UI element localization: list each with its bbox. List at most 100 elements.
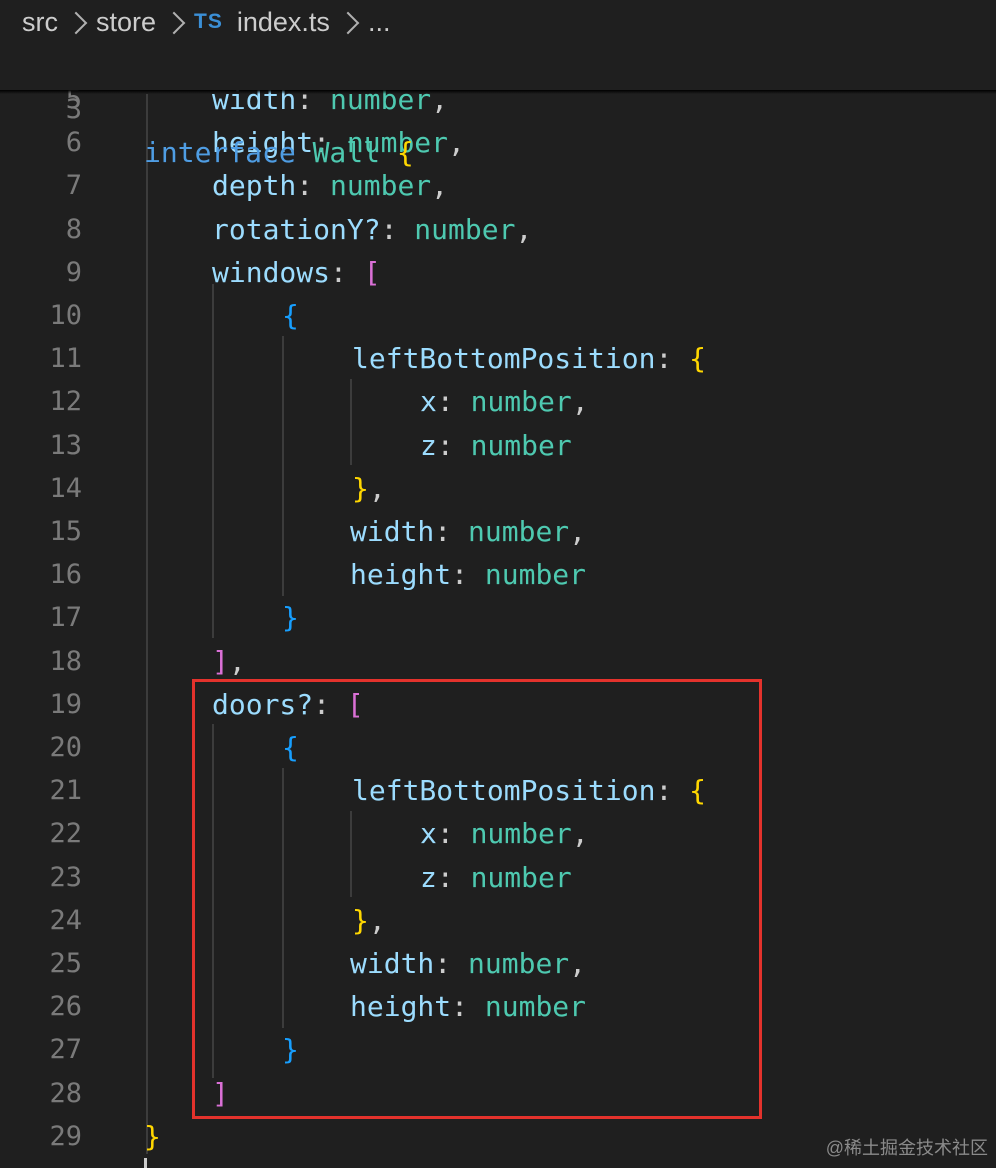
code-token: , xyxy=(431,169,449,203)
code-line[interactable]: 18], xyxy=(0,640,996,683)
code-text: x: number, xyxy=(420,380,589,423)
line-number: 14 xyxy=(49,472,82,504)
line-number: 20 xyxy=(49,732,82,763)
line-number: 19 xyxy=(49,688,82,720)
code-token: , xyxy=(569,515,587,548)
line-number: 26 xyxy=(49,991,82,1023)
code-token: height xyxy=(350,558,452,592)
breadcrumb-item-store[interactable]: store xyxy=(96,7,156,38)
code-token: { xyxy=(282,299,299,332)
line-number: 10 xyxy=(49,300,82,331)
code-text: z: number xyxy=(420,424,572,467)
code-token: , xyxy=(515,212,533,246)
sticky-scroll-header[interactable]: 3 interface Wall { xyxy=(0,44,996,169)
typescript-file-icon: TS xyxy=(194,10,223,33)
code-token: { xyxy=(689,342,707,376)
code-token: [ xyxy=(363,255,381,289)
keyword-interface: interface xyxy=(144,136,296,169)
sticky-line[interactable]: 3 interface Wall { xyxy=(0,45,996,169)
code-line[interactable]: 15 width: number, xyxy=(0,510,996,553)
code-line[interactable]: 12 x: number, xyxy=(0,380,996,423)
line-number: 23 xyxy=(49,861,82,893)
code-token: , xyxy=(571,385,589,419)
code-line[interactable]: 13 z: number xyxy=(0,424,996,467)
breadcrumb-item-file[interactable]: index.ts xyxy=(237,7,330,38)
code-token: ] xyxy=(212,644,229,678)
breadcrumb: src store TS index.ts ... xyxy=(0,0,996,44)
line-number: 16 xyxy=(49,559,82,591)
line-number: 13 xyxy=(49,429,82,461)
line-number: 3 xyxy=(65,94,82,125)
code-token: : xyxy=(655,342,690,376)
line-number: 9 xyxy=(65,256,82,288)
code-token: : xyxy=(436,428,471,462)
code-token: number xyxy=(468,515,570,548)
line-number: 17 xyxy=(49,602,82,634)
code-token: : xyxy=(451,558,485,592)
sticky-shadow xyxy=(0,90,996,94)
code-text: } xyxy=(282,596,299,639)
chevron-right-icon xyxy=(162,11,186,35)
code-text: ], xyxy=(212,640,246,683)
code-token: : xyxy=(436,385,471,419)
code-token: , xyxy=(228,644,246,678)
code-token: , xyxy=(448,126,465,160)
code-line[interactable]: 14}, xyxy=(0,467,996,510)
code-token: } xyxy=(144,1119,161,1153)
sticky-code: interface Wall { xyxy=(144,131,414,174)
line-number: 12 xyxy=(49,386,82,418)
code-text: width: number, xyxy=(350,510,586,553)
code-line[interactable]: 16 height: number xyxy=(0,553,996,596)
interface-name: Wall xyxy=(312,136,381,169)
breadcrumb-item-src[interactable]: src xyxy=(22,7,58,38)
code-token: width xyxy=(350,515,435,548)
code-token: leftBottomPosition xyxy=(352,342,656,376)
chevron-right-icon xyxy=(336,11,360,35)
code-token: number xyxy=(470,385,572,419)
line-number: 25 xyxy=(49,948,82,979)
line-number: 28 xyxy=(49,1077,82,1109)
code-token: } xyxy=(352,471,369,505)
code-text: rotationY?: number, xyxy=(212,208,532,251)
line-number: 27 xyxy=(49,1034,82,1066)
code-token: } xyxy=(282,601,299,635)
line-number: 11 xyxy=(49,343,82,375)
line-number: 29 xyxy=(49,1120,82,1152)
line-number: 18 xyxy=(49,645,82,677)
code-text: height: number xyxy=(350,553,586,596)
code-token: : xyxy=(330,255,364,289)
code-text: leftBottomPosition: { xyxy=(352,337,706,380)
code-token: rotationY? xyxy=(212,212,381,246)
code-token: x xyxy=(420,385,437,419)
code-token: , xyxy=(368,471,386,505)
code-text: }, xyxy=(352,467,386,510)
line-number: 22 xyxy=(49,818,82,850)
editor-window: src store TS index.ts ... 5 width: number… xyxy=(0,0,996,1168)
code-token: : xyxy=(434,515,469,548)
code-token: number xyxy=(470,428,572,462)
code-token: z xyxy=(420,428,437,462)
code-token: : xyxy=(380,212,415,246)
code-text: } xyxy=(144,1115,161,1158)
code-token: number xyxy=(414,212,516,246)
highlight-annotation-box xyxy=(192,679,762,1119)
code-line[interactable]: 11 leftBottomPosition: { xyxy=(0,337,996,380)
code-token: depth xyxy=(212,169,297,203)
code-line[interactable]: 9 windows: [ xyxy=(0,251,996,294)
chevron-right-icon xyxy=(64,11,88,35)
code-line[interactable]: 17} xyxy=(0,596,996,639)
code-token: number xyxy=(330,169,432,203)
code-line[interactable]: 8 rotationY?: number, xyxy=(0,208,996,251)
code-text: { xyxy=(282,294,299,337)
open-brace: { xyxy=(396,136,414,169)
code-token: : xyxy=(296,169,331,203)
code-token: windows xyxy=(212,255,331,289)
line-number: 15 xyxy=(49,516,82,547)
line-number: 21 xyxy=(49,775,82,807)
text-cursor xyxy=(144,1158,147,1168)
code-text: windows: [ xyxy=(212,251,381,294)
line-number: 24 xyxy=(49,904,82,936)
code-token: number xyxy=(484,558,587,592)
breadcrumb-item-symbols[interactable]: ... xyxy=(368,7,391,38)
code-line[interactable]: 10 { xyxy=(0,294,996,337)
